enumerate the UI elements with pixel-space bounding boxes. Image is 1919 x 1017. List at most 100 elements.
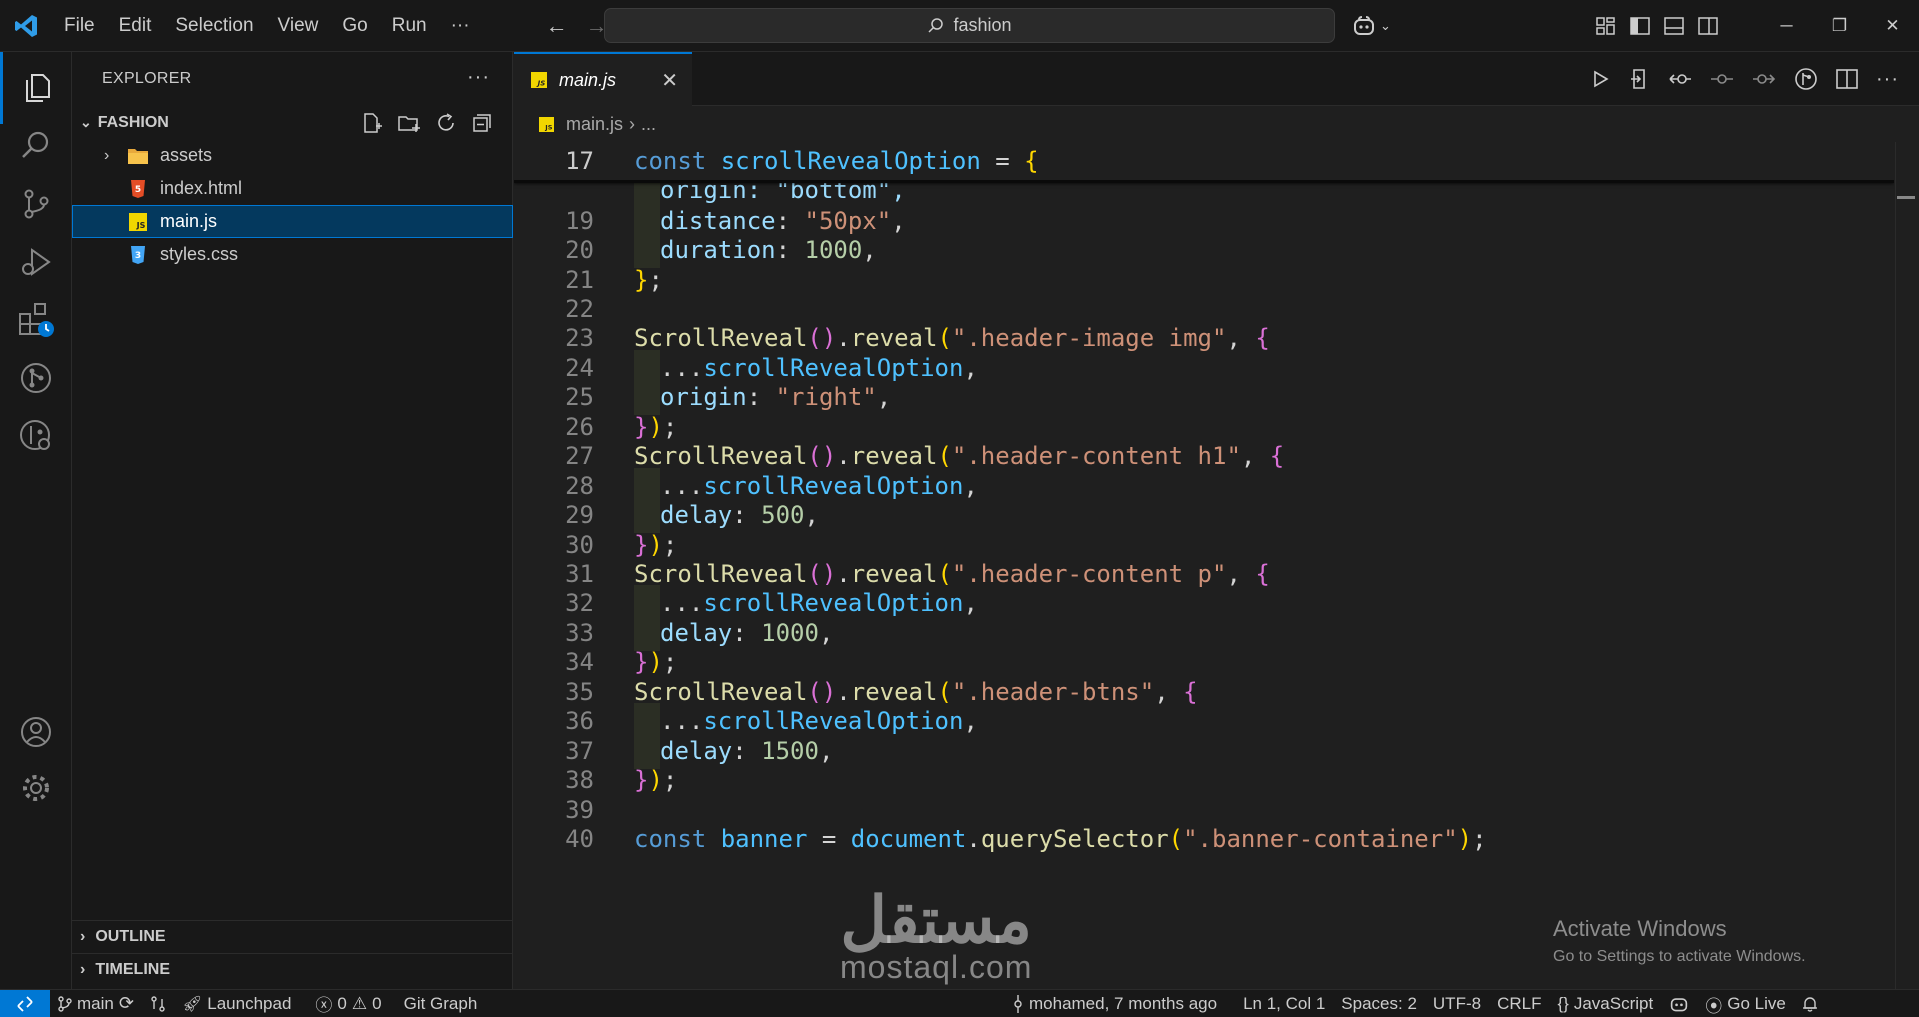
gitlens-icon[interactable] bbox=[0, 400, 72, 472]
remote-indicator[interactable] bbox=[0, 989, 50, 1017]
line-number: 39 bbox=[565, 796, 594, 824]
copilot-icon bbox=[1354, 16, 1374, 35]
menu-file[interactable]: File bbox=[52, 9, 107, 43]
launchpad-status[interactable]: 🚀︎ Launchpad bbox=[174, 990, 299, 1017]
gitlens-inspect-icon[interactable] bbox=[1794, 67, 1818, 91]
close-icon[interactable]: ✕ bbox=[661, 68, 678, 93]
run-icon[interactable] bbox=[1590, 69, 1610, 89]
sticky-scroll-header[interactable]: 17 const scrollRevealOption = { bbox=[514, 142, 1894, 180]
line-number: 35 bbox=[565, 678, 594, 706]
branch-name: main bbox=[77, 993, 114, 1013]
tree-item-label: index.html bbox=[160, 178, 243, 198]
code-editor[interactable]: 17 const scrollRevealOption = { origin: … bbox=[514, 142, 1894, 989]
menu-run[interactable]: Run bbox=[380, 9, 439, 43]
tab-main-js[interactable]: JS main.js ✕ bbox=[514, 52, 692, 106]
watermark: مستقل mostaql.com bbox=[840, 888, 1032, 983]
line-number: 25 bbox=[565, 383, 594, 411]
editor-scrollbar[interactable] bbox=[1895, 142, 1919, 989]
breadcrumb-symbol[interactable]: ... bbox=[641, 114, 656, 135]
back-arrow-icon[interactable]: ← bbox=[546, 13, 568, 39]
line-number: 37 bbox=[565, 737, 594, 765]
timeline-label: TIMELINE bbox=[95, 961, 170, 978]
sync-icon[interactable]: ⟳ bbox=[119, 993, 134, 1014]
tree-item-styles-css[interactable]: 3 styles.css bbox=[72, 238, 513, 271]
line-number: 23 bbox=[565, 324, 594, 352]
branch-status[interactable]: main ⟳ bbox=[50, 990, 142, 1017]
encoding[interactable]: UTF-8 bbox=[1425, 990, 1489, 1017]
new-folder-icon[interactable] bbox=[397, 112, 421, 134]
toggle-panel-icon[interactable] bbox=[1664, 17, 1684, 35]
language-mode[interactable]: {} JavaScript bbox=[1549, 990, 1661, 1017]
js-file-icon: JS bbox=[531, 72, 547, 88]
language-label: JavaScript bbox=[1573, 994, 1654, 1013]
line-number: 31 bbox=[565, 560, 594, 588]
customize-layout-icon[interactable] bbox=[1596, 17, 1616, 35]
breadcrumb-file[interactable]: main.js bbox=[566, 114, 623, 135]
chevron-right-icon: › bbox=[80, 928, 86, 945]
end-of-line[interactable]: CRLF bbox=[1489, 990, 1549, 1017]
vscode-logo-icon[interactable] bbox=[0, 0, 52, 52]
menu-edit[interactable]: Edit bbox=[107, 9, 164, 43]
git-branch-icon bbox=[58, 995, 72, 1012]
copilot-menu-button[interactable]: ⌄ bbox=[1352, 15, 1391, 37]
nav-arrows: ← → bbox=[546, 13, 608, 39]
gitlens-status[interactable] bbox=[142, 990, 174, 1017]
explorer-more-actions[interactable]: ··· bbox=[467, 66, 490, 89]
line-number: 38 bbox=[565, 766, 594, 794]
collapse-all-icon[interactable] bbox=[471, 112, 493, 134]
menu-view[interactable]: View bbox=[266, 9, 331, 43]
activate-windows-notice: Activate Windows Go to Settings to activ… bbox=[1553, 916, 1806, 966]
tree-item-label: assets bbox=[160, 145, 213, 165]
status-right: mohamed, 7 months ago Ln 1, Col 1 Spaces… bbox=[1004, 990, 1826, 1017]
timeline-section[interactable]: › TIMELINE bbox=[72, 953, 513, 986]
restore-icon[interactable]: ❐ bbox=[1813, 0, 1866, 52]
menu-selection[interactable]: Selection bbox=[163, 9, 265, 43]
new-file-icon[interactable] bbox=[361, 112, 383, 134]
indentation[interactable]: Spaces: 2 bbox=[1333, 990, 1425, 1017]
cursor-position[interactable]: Ln 1, Col 1 bbox=[1235, 990, 1333, 1017]
line-number: 20 bbox=[565, 236, 594, 264]
close-icon[interactable]: ✕ bbox=[1866, 0, 1919, 52]
warning-icon: ⚠ bbox=[351, 993, 368, 1013]
svg-text:5: 5 bbox=[135, 185, 141, 195]
command-center-search[interactable]: fashion bbox=[604, 8, 1335, 43]
blame-status[interactable]: mohamed, 7 months ago bbox=[1004, 990, 1225, 1017]
chevron-right-icon: › bbox=[80, 961, 86, 978]
scrollbar-thumb[interactable] bbox=[1897, 196, 1915, 199]
toggle-sidebar-icon[interactable] bbox=[1630, 17, 1650, 35]
toggle-secondary-sidebar-icon[interactable] bbox=[1698, 17, 1718, 35]
chevron-right-icon: › bbox=[104, 146, 110, 164]
git-graph-status[interactable]: Git Graph bbox=[396, 990, 486, 1017]
open-changes-icon[interactable] bbox=[1628, 68, 1650, 90]
remote-icon bbox=[17, 995, 33, 1012]
problems-status[interactable]: ⓧ 0 ⚠ 0 bbox=[307, 990, 389, 1017]
line-number: 33 bbox=[565, 619, 594, 647]
status-bar: main ⟳ 🚀︎ Launchpad ⓧ 0 ⚠ 0 Git Graph mo… bbox=[0, 989, 1919, 1017]
workspace-folder-header[interactable]: ⌄ FASHION bbox=[72, 106, 513, 139]
split-editor-icon[interactable] bbox=[1836, 69, 1858, 89]
tree-item-assets[interactable]: › assets bbox=[72, 139, 513, 172]
tree-item-index-html[interactable]: 5 index.html bbox=[72, 172, 513, 205]
minimize-icon[interactable]: ─ bbox=[1760, 0, 1813, 52]
copilot-status[interactable] bbox=[1661, 990, 1697, 1017]
refresh-icon[interactable] bbox=[435, 112, 457, 134]
code-line: 40 const banner = document.querySelector… bbox=[514, 821, 1894, 857]
notifications-bell-icon[interactable] bbox=[1794, 990, 1826, 1017]
git-next-icon[interactable] bbox=[1752, 69, 1776, 89]
chevron-right-icon: › bbox=[629, 113, 636, 134]
line-number: 24 bbox=[565, 354, 594, 382]
more-actions-icon[interactable]: ··· bbox=[1876, 68, 1899, 91]
menu-more[interactable]: ··· bbox=[439, 9, 482, 43]
editor-tabs: JS main.js ✕ ··· bbox=[514, 52, 1919, 106]
error-count: 0 bbox=[337, 993, 347, 1013]
go-live-button[interactable]: ⦿ Go Live bbox=[1697, 990, 1794, 1017]
git-compare-icon[interactable] bbox=[1668, 69, 1692, 89]
outline-section[interactable]: › OUTLINE bbox=[72, 920, 513, 953]
copilot-icon bbox=[1671, 998, 1688, 1012]
svg-text:JS: JS bbox=[544, 123, 552, 131]
git-commit-icon[interactable] bbox=[1710, 69, 1734, 89]
tree-item-label: main.js bbox=[160, 211, 218, 231]
tree-item-main-js[interactable]: JS main.js bbox=[72, 205, 513, 238]
settings-gear-icon[interactable] bbox=[0, 752, 72, 824]
menu-go[interactable]: Go bbox=[330, 9, 379, 43]
